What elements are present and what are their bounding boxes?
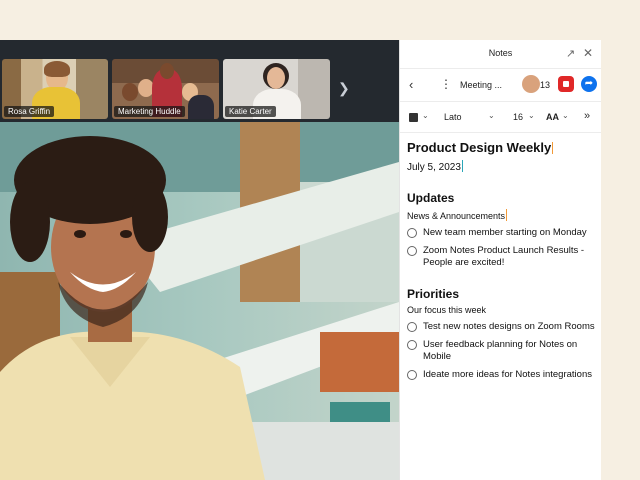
speaker-video-frame — [0, 122, 399, 480]
checklist-item[interactable]: Test new notes designs on Zoom Rooms — [407, 321, 595, 333]
document-date[interactable]: July 5, 2023 — [407, 160, 595, 173]
checkbox[interactable] — [407, 340, 417, 350]
avatar — [522, 75, 540, 93]
record-icon[interactable] — [558, 76, 574, 92]
participant-name-label: Marketing Huddle — [114, 106, 185, 117]
font-family-select[interactable]: Lato — [444, 112, 462, 122]
notes-panel: Notes ↗ ✕ ‹ ⋮ Meeting ... 13 ➦ ⌄ Lato ⌄ … — [399, 40, 601, 480]
document-title-short[interactable]: Meeting ... — [460, 80, 502, 90]
chevron-right-icon[interactable]: ❯ — [338, 80, 350, 97]
text-size-button[interactable]: AA — [546, 112, 559, 122]
checkbox[interactable] — [407, 370, 417, 380]
text-format-toolbar: ⌄ Lato ⌄ 16 ⌄ AA ⌄ » — [400, 102, 601, 133]
chevron-down-icon[interactable]: ⌄ — [422, 111, 429, 120]
notes-document-toolbar: ‹ ⋮ Meeting ... 13 ➦ — [400, 69, 601, 102]
double-chevron-right-icon[interactable]: » — [584, 110, 590, 122]
more-vertical-icon[interactable]: ⋮ — [440, 77, 452, 91]
participant-tile-rosa[interactable]: Rosa Griffin — [2, 59, 108, 119]
collaborator-cursor — [506, 209, 508, 221]
active-speaker-video — [0, 122, 399, 480]
chevron-down-icon[interactable]: ⌄ — [528, 111, 535, 120]
text-color-swatch[interactable] — [409, 113, 418, 122]
chevron-left-icon[interactable]: ‹ — [409, 77, 413, 92]
share-icon[interactable]: ➦ — [581, 76, 597, 92]
participant-name-label: Rosa Griffin — [4, 106, 55, 117]
participant-tile-marketing-huddle[interactable]: Marketing Huddle — [112, 59, 219, 119]
chevron-down-icon[interactable]: ⌄ — [562, 111, 569, 120]
checklist-item[interactable]: Ideate more ideas for Notes integrations — [407, 369, 595, 381]
meeting-video-stage: Rosa Griffin Marketing Huddle Katie Cart… — [0, 40, 399, 480]
chevron-down-icon[interactable]: ⌄ — [488, 111, 495, 120]
participant-name-label: Katie Carter — [225, 106, 276, 117]
checkbox[interactable] — [407, 322, 417, 332]
participant-strip: Rosa Griffin Marketing Huddle Katie Cart… — [0, 40, 399, 122]
document-title[interactable]: Product Design Weekly — [407, 140, 595, 155]
collaborator-cursor — [461, 160, 463, 172]
checklist-item[interactable]: User feedback planning for Notes on Mobi… — [407, 339, 595, 363]
checkbox[interactable] — [407, 246, 417, 256]
notes-document-body[interactable]: Product Design Weekly July 5, 2023 Updat… — [407, 140, 595, 381]
checklist-item[interactable]: New team member starting on Monday — [407, 227, 595, 239]
font-size-select[interactable]: 16 — [513, 112, 523, 122]
close-icon[interactable]: ✕ — [583, 46, 593, 60]
checklist-item[interactable]: Zoom Notes Product Launch Results - Peop… — [407, 245, 595, 269]
notes-panel-header: Notes ↗ ✕ — [400, 40, 601, 69]
participant-count: 13 — [540, 80, 551, 90]
section-subheading[interactable]: Our focus this week — [407, 305, 595, 315]
participant-tile-katie[interactable]: Katie Carter — [223, 59, 330, 119]
section-subheading[interactable]: News & Announcements — [407, 209, 595, 221]
section-heading[interactable]: Updates — [407, 191, 595, 205]
collaborator-cursor — [552, 142, 554, 154]
section-heading[interactable]: Priorities — [407, 287, 595, 301]
checkbox[interactable] — [407, 228, 417, 238]
popout-icon[interactable]: ↗ — [566, 47, 575, 60]
